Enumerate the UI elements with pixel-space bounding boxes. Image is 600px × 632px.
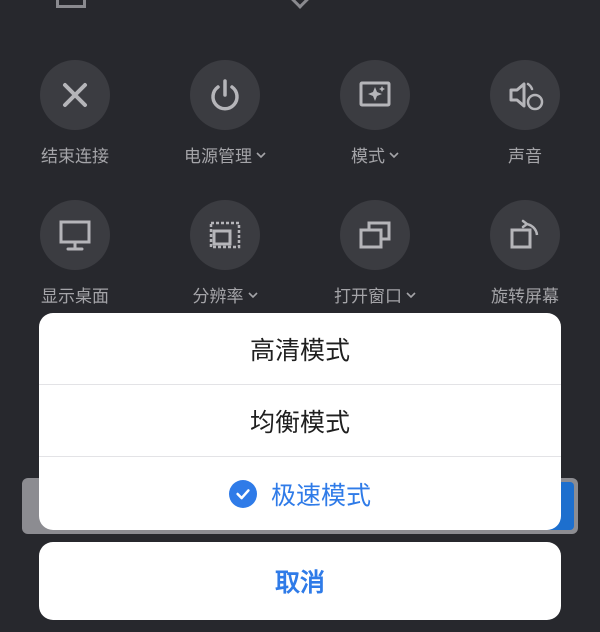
checkmark-icon <box>228 479 257 508</box>
option-fast-mode[interactable]: 极速模式 <box>39 457 561 530</box>
sparkle-screen-icon <box>359 81 391 107</box>
chevron-down-icon <box>406 291 416 298</box>
action-label: 电源管理 <box>184 142 266 167</box>
action-label: 结束连接 <box>41 147 109 167</box>
icon-circle <box>490 60 560 130</box>
mode-button[interactable]: 模式 <box>300 60 450 200</box>
action-label: 分辨率 <box>193 282 258 307</box>
action-grid: 结束连接 电源管理 模式 声音 显示桌面 分辨率 打开窗口 旋转屏幕 <box>0 60 600 340</box>
remote-control-screen: 结束连接 电源管理 模式 声音 显示桌面 分辨率 打开窗口 旋转屏幕 高清模式 … <box>0 0 600 632</box>
icon-circle <box>40 60 110 130</box>
icon-circle <box>490 200 560 270</box>
icon-circle <box>190 60 260 130</box>
icon-circle <box>190 200 260 270</box>
cutoff-icon <box>56 0 86 8</box>
chevron-down-icon <box>389 151 399 158</box>
action-label: 打开窗口 <box>334 282 416 307</box>
windows-icon <box>359 221 391 249</box>
chevron-down-icon <box>290 0 310 9</box>
speaker-icon <box>509 82 544 111</box>
monitor-icon <box>59 220 91 251</box>
cancel-label: 取消 <box>274 568 325 597</box>
action-label: 模式 <box>351 142 399 167</box>
option-hd-mode[interactable]: 高清模式 <box>39 313 561 385</box>
power-icon <box>211 79 239 111</box>
icon-circle <box>340 60 410 130</box>
end-connection-button[interactable]: 结束连接 <box>0 60 150 200</box>
chevron-down-icon <box>247 291 258 298</box>
power-management-button[interactable]: 电源管理 <box>150 60 300 200</box>
option-label: 均衡模式 <box>249 407 350 437</box>
option-label: 极速模式 <box>270 480 371 510</box>
icon-circle <box>340 200 410 270</box>
option-balanced-mode[interactable]: 均衡模式 <box>39 385 561 457</box>
action-label: 声音 <box>508 147 542 167</box>
mode-action-sheet: 高清模式 均衡模式 极速模式 <box>39 313 561 530</box>
action-label: 旋转屏幕 <box>491 287 559 307</box>
action-label: 显示桌面 <box>41 287 109 307</box>
rotate-screen-icon <box>510 219 539 249</box>
icon-circle <box>40 200 110 270</box>
close-icon <box>63 83 87 107</box>
option-label: 高清模式 <box>249 335 350 365</box>
sound-button[interactable]: 声音 <box>450 60 600 200</box>
action-row: 结束连接 电源管理 模式 声音 <box>0 60 600 200</box>
resolution-icon <box>209 221 241 249</box>
chevron-down-icon <box>256 151 266 158</box>
cancel-button[interactable]: 取消 <box>39 542 561 620</box>
